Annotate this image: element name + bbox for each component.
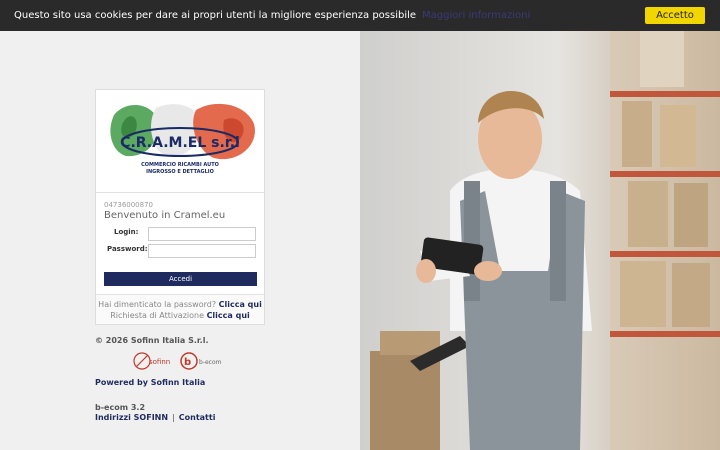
becom-logo-text: b-ecom (199, 359, 222, 366)
powered-by: Powered by Sofinn Italia (95, 378, 206, 387)
phone-number: 04736000870 (104, 201, 153, 209)
logo-subtitle-2: INGROSSO E DETTAGLIO (146, 169, 214, 175)
becom-logo: b b-ecom (180, 352, 222, 370)
activation-text: Richiesta di Attivazione (110, 311, 205, 320)
login-input[interactable] (148, 227, 256, 241)
activation-link[interactable]: Clicca qui (207, 311, 250, 320)
warehouse-worker-illustration (360, 31, 720, 450)
footer-separator: | (172, 413, 175, 422)
cookie-more-info-link[interactable]: Maggiori informazioni (422, 10, 530, 21)
cramel-logo-graphic: C.R.A.M.EL s.r.l COMMERCIO RICAMBI AUTO … (110, 103, 255, 175)
welcome-heading: Benvenuto in Cramel.eu (104, 210, 226, 221)
partner-logos: sofinn b b-ecom (133, 352, 222, 370)
cookie-accept-button[interactable]: Accetto (645, 7, 705, 24)
svg-text:b: b (184, 357, 191, 368)
warehouse-shelves (610, 31, 720, 450)
contacts-link[interactable]: Contatti (179, 413, 216, 422)
logo-subtitle-1: COMMERCIO RICAMBI AUTO (141, 162, 219, 168)
sofinn-logo: sofinn (133, 352, 170, 370)
activation-row: Richiesta di Attivazione Clicca qui (96, 310, 264, 321)
card-footer: Hai dimenticato la password? Clicca qui … (96, 294, 264, 324)
hero-photo (360, 31, 720, 450)
addresses-link[interactable]: Indirizzi SOFINN (95, 413, 168, 422)
login-submit-button[interactable]: Accedi (104, 272, 257, 286)
copyright-text: © 2026 Sofinn Italia S.r.l. (95, 336, 209, 345)
version-text: b-ecom 3.2 (95, 403, 146, 412)
forgot-password-row: Hai dimenticato la password? Clicca qui (96, 299, 264, 310)
password-label: Password: (107, 245, 148, 253)
company-logo: C.R.A.M.EL s.r.l COMMERCIO RICAMBI AUTO … (96, 90, 264, 193)
password-input[interactable] (148, 244, 256, 258)
login-panel: C.R.A.M.EL s.r.l COMMERCIO RICAMBI AUTO … (0, 31, 360, 450)
footer-links: Indirizzi SOFINN | Contatti (95, 413, 215, 422)
cookie-consent-bar: Questo sito usa cookies per dare ai prop… (0, 0, 720, 31)
cookie-consent-text: Questo sito usa cookies per dare ai prop… (14, 10, 417, 21)
forgot-password-text: Hai dimenticato la password? (98, 300, 217, 309)
forgot-password-link[interactable]: Clicca qui (219, 300, 262, 309)
sofinn-logo-text: sofinn (149, 358, 170, 366)
login-card: C.R.A.M.EL s.r.l COMMERCIO RICAMBI AUTO … (95, 89, 265, 325)
logo-company-name: C.R.A.M.EL s.r.l (120, 135, 240, 151)
login-label: Login: (114, 228, 139, 236)
